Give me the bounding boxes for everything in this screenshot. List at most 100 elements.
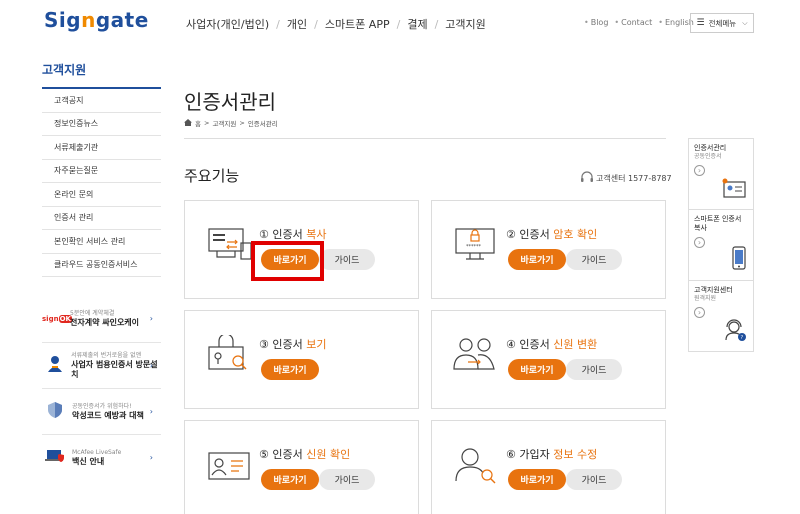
nav-payment[interactable]: 결제: [407, 16, 427, 32]
headset-icon: [580, 171, 594, 186]
card-title-highlight: 보기: [306, 338, 327, 351]
card-number: ④: [506, 338, 516, 351]
sidebar-item-faq[interactable]: 자주묻는질문: [42, 160, 161, 183]
nav-smartphone-app[interactable]: 스마트폰 APP: [325, 16, 390, 32]
card-number: ①: [259, 228, 269, 241]
utility-links: Blog Contact English: [584, 18, 694, 27]
card-cert-view: ③ 인증서 보기 바로가기: [184, 310, 419, 409]
util-blog[interactable]: Blog: [584, 18, 609, 27]
all-menu-button[interactable]: ☰ 전체메뉴 ⌵: [690, 13, 754, 33]
breadcrumb-support[interactable]: 고객지원: [212, 118, 236, 128]
card-title-highlight: 신원 확인: [306, 448, 351, 461]
card-title: ② 인증서 암호 확인: [506, 226, 597, 242]
banner-subtext: 서류제출의 번거로움을 없앤: [71, 351, 142, 359]
svg-text:******: ******: [466, 244, 482, 250]
guide-button[interactable]: 가이드: [319, 469, 375, 490]
card-title-text: 인증서: [272, 338, 307, 351]
customer-center-phone: 고객센터 1577-8787: [596, 174, 672, 183]
breadcrumb-home[interactable]: 홈: [195, 118, 201, 128]
quick-title: 스마트폰 인증서 복사: [694, 215, 742, 232]
chevron-right-circle-icon: ›: [694, 307, 705, 318]
nav-personal[interactable]: 개인: [287, 16, 307, 32]
person-icon: [44, 355, 65, 376]
sidebar-banners: signOK 5분안에 계약체결 전자계약 싸인오케이 › 서류제출의 번거로움…: [42, 296, 161, 480]
id-card-icon: [205, 445, 255, 491]
card-title-text: 가입자: [519, 448, 554, 461]
page-title: 인증서관리: [184, 90, 276, 114]
quick-subtitle: 원격지원: [694, 295, 717, 302]
chevron-right-circle-icon: ›: [694, 165, 705, 176]
main-nav: 사업자(개인/법인) / 개인 / 스마트폰 APP / 결제 / 고객지원: [186, 16, 486, 32]
sidebar-menu: 고객공지 정보인증뉴스 서류제출기관 자주묻는질문 온라인 문의 인증서 관리 …: [42, 89, 161, 277]
util-contact[interactable]: Contact: [614, 18, 652, 27]
go-button[interactable]: 바로가기: [508, 249, 566, 270]
nav-divider: /: [314, 17, 318, 31]
guide-button[interactable]: 가이드: [566, 469, 622, 490]
card-title: ③ 인증서 보기: [259, 336, 326, 352]
card-identity-check: ⑤ 인증서 신원 확인 바로가기 가이드: [184, 420, 419, 514]
card-number: ②: [506, 228, 516, 241]
banner-text: 공동인증서가 위험하다! 악성코드 예방과 대책: [72, 403, 144, 421]
all-menu-label: 전체메뉴: [708, 18, 737, 28]
card-title: ⑥ 가입자 정보 수정: [506, 446, 597, 462]
card-title: ④ 인증서 신원 변환: [506, 336, 597, 352]
banner-title: 전자계약 싸인오케이: [70, 318, 140, 327]
customer-center: 고객센터 1577-8787: [580, 171, 672, 186]
go-button[interactable]: 바로가기: [261, 469, 319, 490]
go-button[interactable]: 바로가기: [261, 359, 319, 380]
nav-support[interactable]: 고객지원: [445, 16, 485, 32]
banner-malware[interactable]: 공동인증서가 위험하다! 악성코드 예방과 대책 ›: [42, 388, 161, 434]
sidebar-item-submit-agency[interactable]: 서류제출기관: [42, 136, 161, 160]
chevron-right-circle-icon: ›: [694, 237, 705, 248]
quick-cert-manage[interactable]: 인증서관리 공동인증서 ›: [689, 139, 753, 210]
sidebar-item-identity-manage[interactable]: 본인확인 서비스 관리: [42, 230, 161, 254]
quick-title: 고객지원센터: [694, 286, 733, 294]
quick-title: 인증서관리: [694, 144, 727, 152]
cert-card-icon: [721, 177, 747, 203]
sidebar-item-cert-manage[interactable]: 인증서 관리: [42, 207, 161, 230]
breadcrumb-current: 인증서관리: [247, 120, 278, 128]
banner-mcafee[interactable]: McAfee LiveSafe 백신 안내 ›: [42, 434, 161, 480]
banner-visit-install[interactable]: 서류제출의 번거로움을 없앤 사업자 범용인증서 방문설치 ›: [42, 342, 161, 388]
section-title: 주요기능: [184, 167, 240, 185]
logo-text-accent: n: [81, 8, 96, 32]
sidebar-item-notice[interactable]: 고객공지: [42, 89, 161, 113]
quick-smartphone-copy[interactable]: 스마트폰 인증서 복사 ›: [689, 210, 753, 281]
pc-transfer-icon: [205, 225, 255, 271]
shield-icon: [44, 401, 66, 422]
card-title-text: 인증서: [519, 338, 554, 351]
quick-remote-support[interactable]: 고객지원센터 원격지원 › ?: [689, 281, 753, 352]
highlight-box: [251, 241, 324, 281]
card-title-text: 인증서: [519, 228, 554, 241]
nav-divider: /: [276, 17, 280, 31]
user-search-icon: [452, 445, 502, 491]
logo[interactable]: Signgate: [44, 8, 149, 32]
guide-button[interactable]: 가이드: [319, 249, 375, 270]
banner-title: 악성코드 예방과 대책: [72, 410, 144, 420]
nav-business[interactable]: 사업자(개인/법인): [186, 16, 269, 32]
card-title: ① 인증서 복사: [259, 226, 326, 242]
chevron-right-icon: ›: [149, 453, 153, 462]
home-icon[interactable]: [184, 118, 192, 128]
card-cert-password: ****** ② 인증서 암호 확인 바로가기 가이드: [431, 200, 666, 299]
logo-text: Sig: [44, 8, 82, 32]
card-number: ⑥: [506, 448, 516, 461]
guide-button[interactable]: 가이드: [566, 359, 622, 380]
card-title: ⑤ 인증서 신원 확인: [259, 446, 350, 462]
users-transfer-icon: [452, 335, 502, 381]
go-button[interactable]: 바로가기: [508, 469, 566, 490]
banner-title: 사업자 범용인증서 방문설치: [71, 359, 158, 379]
sidebar-item-online-inquiry[interactable]: 온라인 문의: [42, 183, 161, 207]
breadcrumb: 홈 > 고객지원 > 인증서관리: [184, 118, 278, 128]
sidebar-item-cloud-cert[interactable]: 클라우드 공동인증서비스: [42, 254, 161, 277]
breadcrumb-separator: >: [239, 119, 245, 127]
smartphone-icon: [731, 246, 747, 274]
util-english[interactable]: English: [658, 18, 694, 27]
svg-text:?: ?: [741, 335, 744, 341]
go-button[interactable]: 바로가기: [508, 359, 566, 380]
cert-search-icon: [205, 333, 255, 381]
banner-signok[interactable]: signOK 5분안에 계약체결 전자계약 싸인오케이 ›: [42, 296, 161, 342]
sidebar-item-news[interactable]: 정보인증뉴스: [42, 113, 161, 136]
hamburger-icon: ☰: [696, 18, 705, 28]
guide-button[interactable]: 가이드: [566, 249, 622, 270]
